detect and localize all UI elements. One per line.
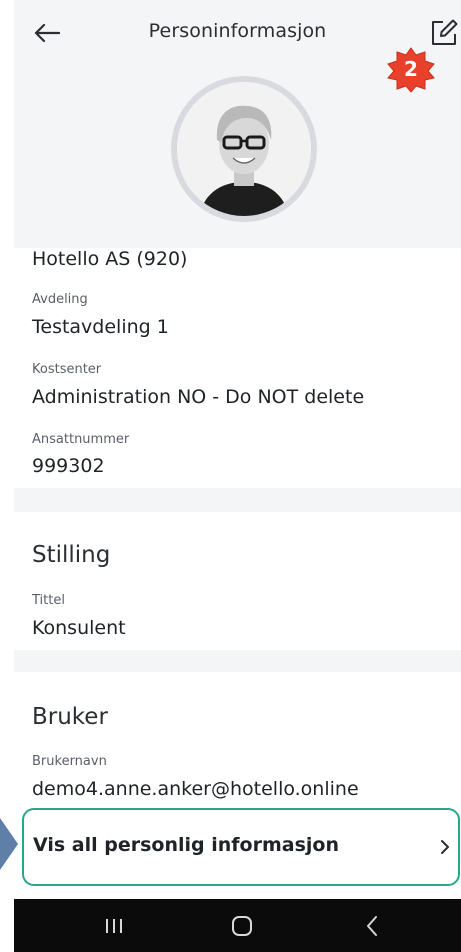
avatar bbox=[171, 76, 317, 222]
pointer-arrow-icon bbox=[0, 818, 18, 870]
username-value: demo4.anne.anker@hotello.online bbox=[32, 778, 359, 800]
employee-number-label: Ansattnummer bbox=[32, 432, 130, 447]
step-badge: 2 bbox=[385, 47, 437, 93]
job-title-value: Konsulent bbox=[32, 617, 126, 639]
recents-icon bbox=[106, 919, 122, 933]
section-divider bbox=[14, 650, 461, 672]
home-icon bbox=[232, 916, 252, 936]
show-all-personal-info-label: Vis all personlig informasjon bbox=[33, 834, 340, 856]
section-divider bbox=[14, 488, 461, 512]
home-button[interactable] bbox=[222, 913, 262, 939]
cost-center-label: Kostsenter bbox=[32, 362, 102, 377]
cost-center-value: Administration NO - Do NOT delete bbox=[32, 386, 365, 408]
page-title: Personinformasjon bbox=[148, 20, 327, 42]
step-badge-number: 2 bbox=[404, 57, 418, 81]
show-all-personal-info-button[interactable]: Vis all personlig informasjon bbox=[22, 808, 460, 886]
recents-button[interactable] bbox=[94, 913, 134, 939]
username-label: Brukernavn bbox=[32, 754, 107, 769]
user-section-title: Bruker bbox=[32, 704, 108, 730]
employee-number-value: 999302 bbox=[32, 455, 105, 477]
nav-back-icon bbox=[367, 916, 377, 936]
company-value: Hotello AS (920) bbox=[32, 248, 188, 270]
edit-button[interactable] bbox=[426, 16, 461, 50]
department-value: Testavdeling 1 bbox=[32, 316, 169, 338]
chevron-right-icon bbox=[441, 840, 449, 854]
job-title-label: Tittel bbox=[32, 593, 65, 608]
position-section-title: Stilling bbox=[32, 542, 111, 568]
system-navigation-bar bbox=[14, 899, 461, 952]
edit-icon bbox=[432, 19, 458, 45]
nav-back-button[interactable] bbox=[352, 913, 392, 939]
department-label: Avdeling bbox=[32, 292, 88, 307]
avatar-photo bbox=[177, 82, 311, 216]
